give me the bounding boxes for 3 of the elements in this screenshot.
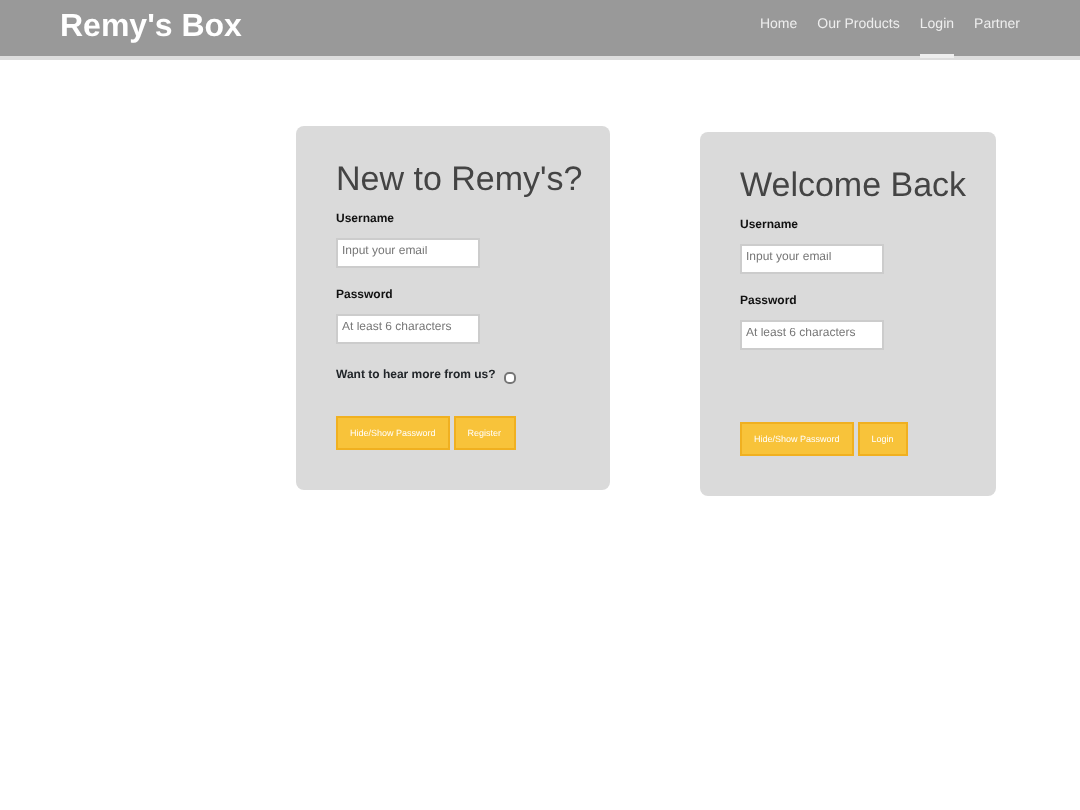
form-title: Welcome Back <box>740 164 969 208</box>
site-title: Remy's Box <box>60 8 242 48</box>
form-title: New to Remy's? <box>336 158 585 202</box>
